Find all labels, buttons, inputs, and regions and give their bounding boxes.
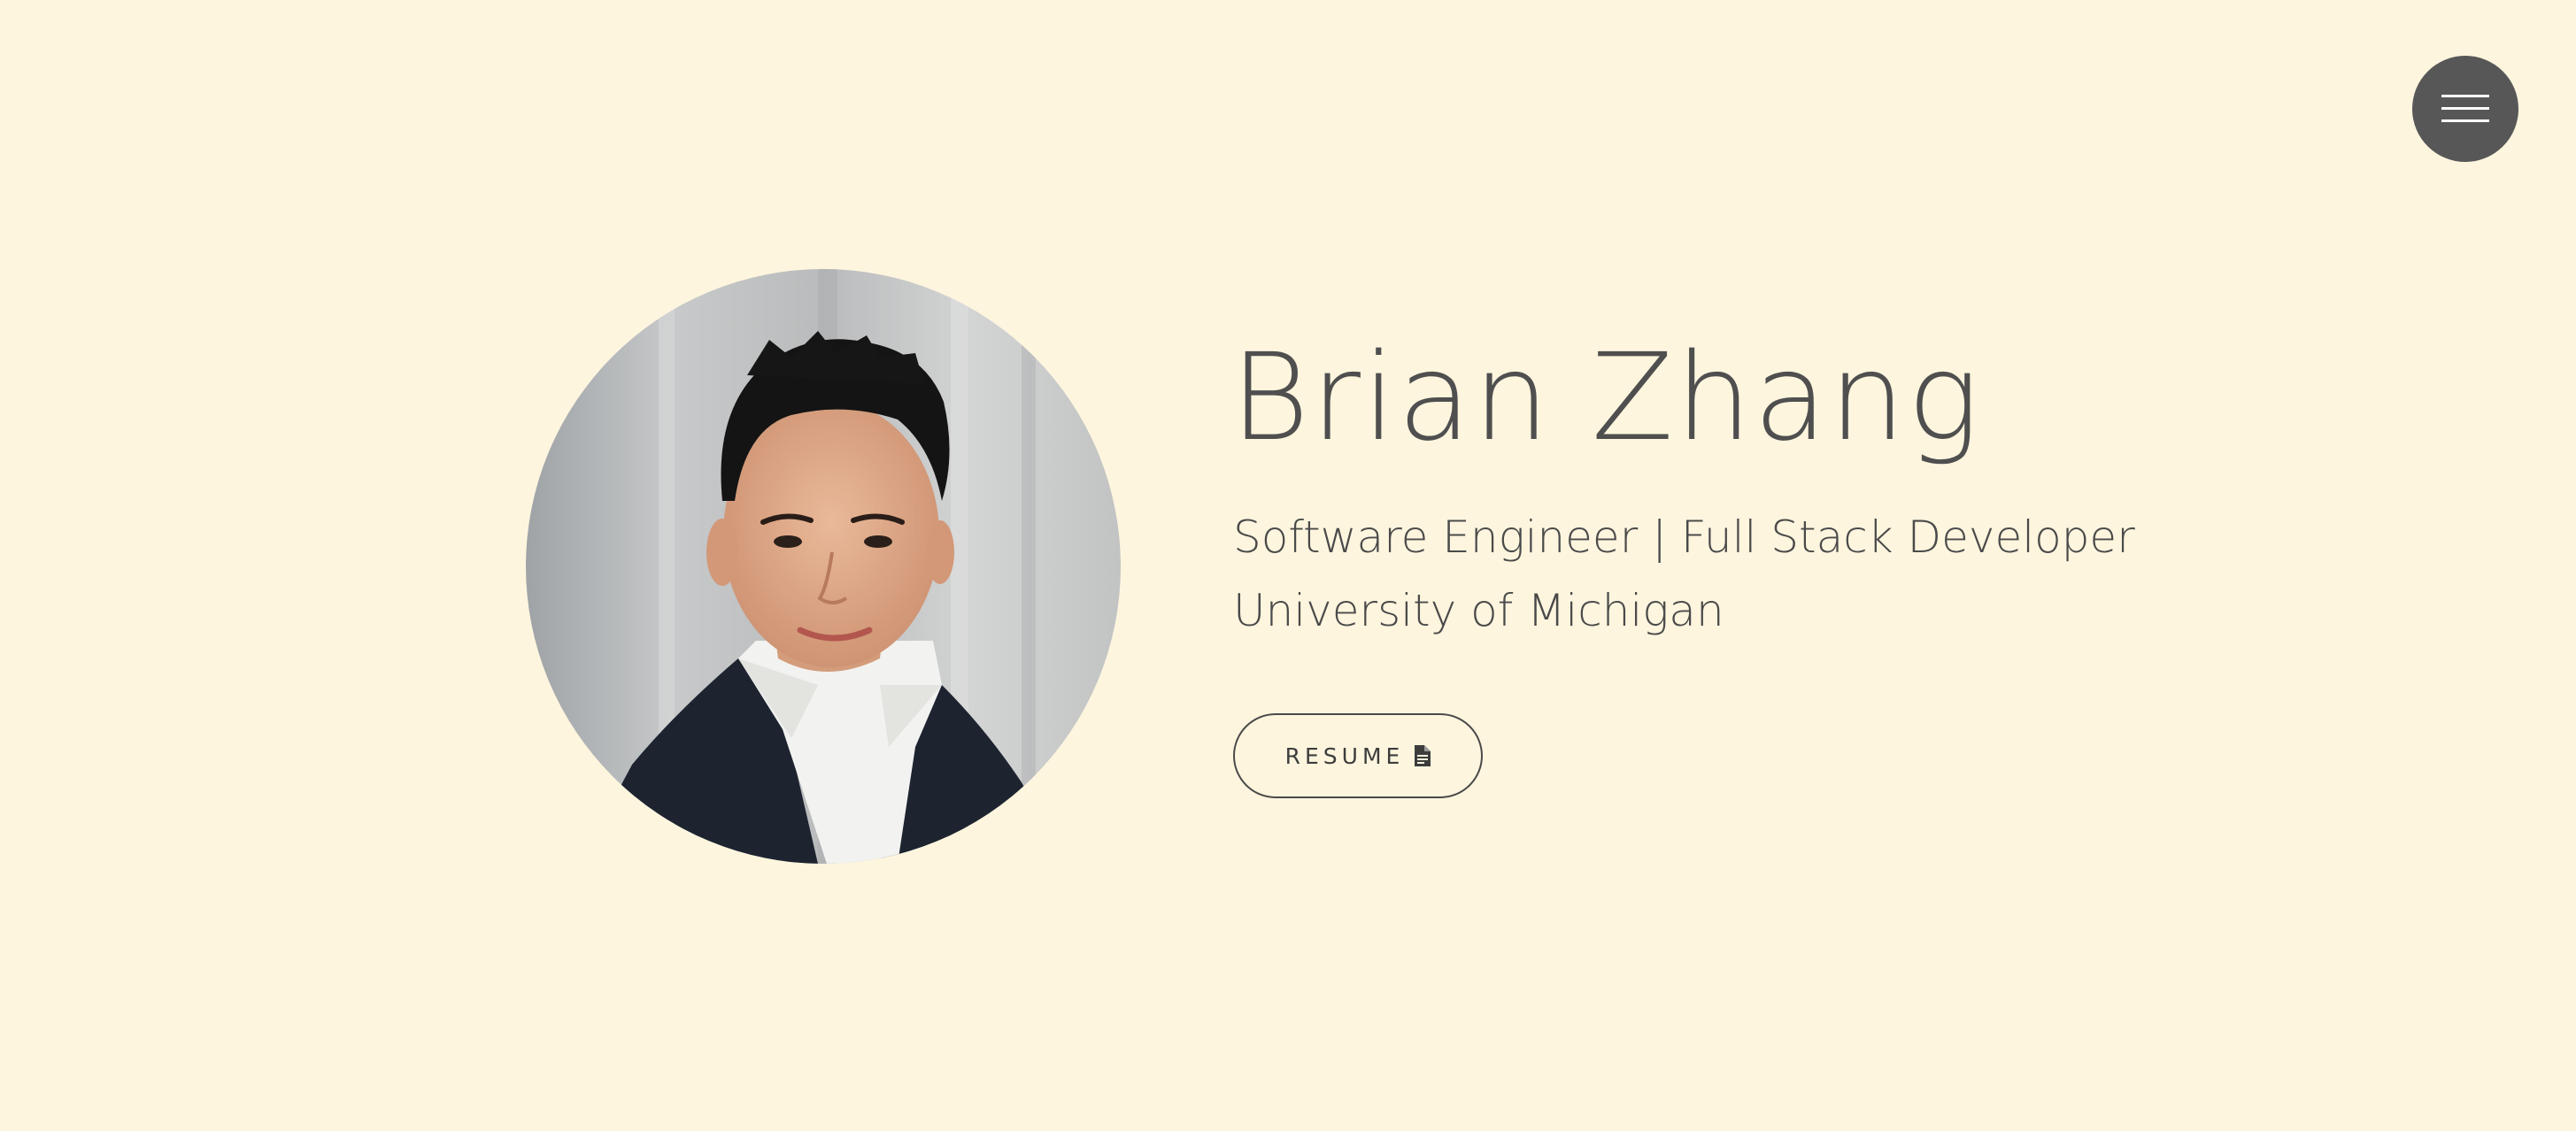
menu-button[interactable] (2412, 56, 2518, 162)
role-subtitle: Software Engineer | Full Stack Developer (1233, 512, 2135, 563)
hero-section: Brian Zhang Software Engineer | Full Sta… (0, 0, 2576, 1131)
profile-photo (526, 269, 1121, 864)
resume-button-label: RESUME (1284, 742, 1405, 769)
file-icon (1415, 745, 1431, 766)
avatar (526, 269, 1121, 864)
school-subtitle: University of Michigan (1233, 585, 1724, 636)
hamburger-icon (2441, 95, 2489, 122)
resume-button[interactable]: RESUME (1233, 713, 1483, 798)
page-title: Brian Zhang (1230, 328, 1982, 468)
